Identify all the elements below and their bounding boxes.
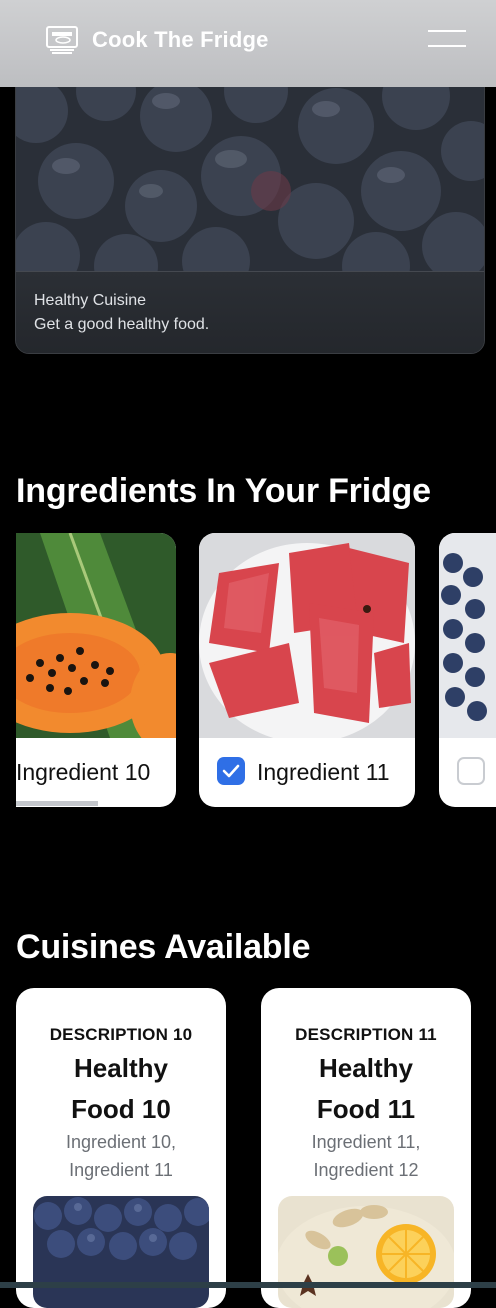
menu-line (428, 45, 466, 47)
cuisine-name-line: Healthy (319, 1053, 413, 1083)
ingredient-card[interactable]: Ingredient 10 (16, 533, 176, 807)
ingredient-label: Ingredient 10 (16, 759, 151, 785)
hero-title: Healthy Cuisine (34, 292, 147, 309)
blueberries-photo (16, 71, 484, 271)
blueberries-photo (439, 533, 496, 738)
cuisine-description: DESCRIPTION 10 (49, 1025, 193, 1044)
checkmark-icon (222, 764, 240, 778)
app-title[interactable]: Cook The Fridge (92, 27, 269, 53)
cuisine-ingredients-line: Ingredient 12 (313, 1160, 419, 1180)
carousel-scroll-thumb[interactable] (16, 801, 98, 806)
hero-caption: Healthy Cuisine Get a good healthy food. (16, 271, 484, 353)
app-header: Cook The Fridge (0, 0, 496, 87)
hamburger-menu-icon[interactable] (428, 30, 466, 52)
cuisine-name-line: Food 11 (316, 1094, 416, 1124)
ingredient-card[interactable] (439, 533, 496, 807)
menu-line (428, 30, 466, 32)
hero-banner[interactable]: Healthy Cuisine Get a good healthy food. (15, 70, 485, 354)
cuisine-name: Healthy Food 10 (16, 1048, 226, 1130)
ingredients-carousel[interactable]: Ingredient 10 Ingredient 11 (16, 533, 496, 808)
cuisine-ingredients: Ingredient 11, Ingredient 12 (261, 1128, 471, 1184)
cuisine-card[interactable]: DESCRIPTION 10 Healthy Food 10 Ingredien… (16, 988, 226, 1308)
hero-subtitle: Get a good healthy food. (34, 316, 210, 333)
oatmeal-fruit-bowl-photo (278, 1196, 454, 1308)
cuisine-ingredients: Ingredient 10, Ingredient 11 (16, 1128, 226, 1184)
chef-logo-icon[interactable] (46, 26, 78, 54)
cuisine-name-line: Healthy (74, 1053, 168, 1083)
cuisine-ingredients-line: Ingredient 11 (69, 1160, 173, 1180)
ingredients-section-title: Ingredients In Your Fridge (16, 472, 431, 510)
papaya-photo (16, 533, 176, 738)
cuisine-ingredients-line: Ingredient 11, (311, 1132, 421, 1152)
ingredient-checkbox[interactable] (457, 757, 485, 785)
bottom-edge-bar (0, 1282, 496, 1288)
blueberries-photo (33, 1196, 209, 1308)
cuisine-name-line: Food 10 (71, 1094, 171, 1124)
ingredient-checkbox[interactable] (217, 757, 245, 785)
ingredient-label: Ingredient 11 (257, 759, 390, 785)
ingredient-card[interactable]: Ingredient 11 (199, 533, 415, 807)
cuisine-ingredients-line: Ingredient 10, (65, 1132, 177, 1152)
cuisine-description: DESCRIPTION 11 (295, 1025, 437, 1044)
cuisine-name: Healthy Food 11 (261, 1048, 471, 1130)
watermelon-photo (199, 533, 415, 738)
cuisines-section-title: Cuisines Available (16, 928, 311, 966)
cuisine-card[interactable]: DESCRIPTION 11 Healthy Food 11 Ingredien… (261, 988, 471, 1308)
